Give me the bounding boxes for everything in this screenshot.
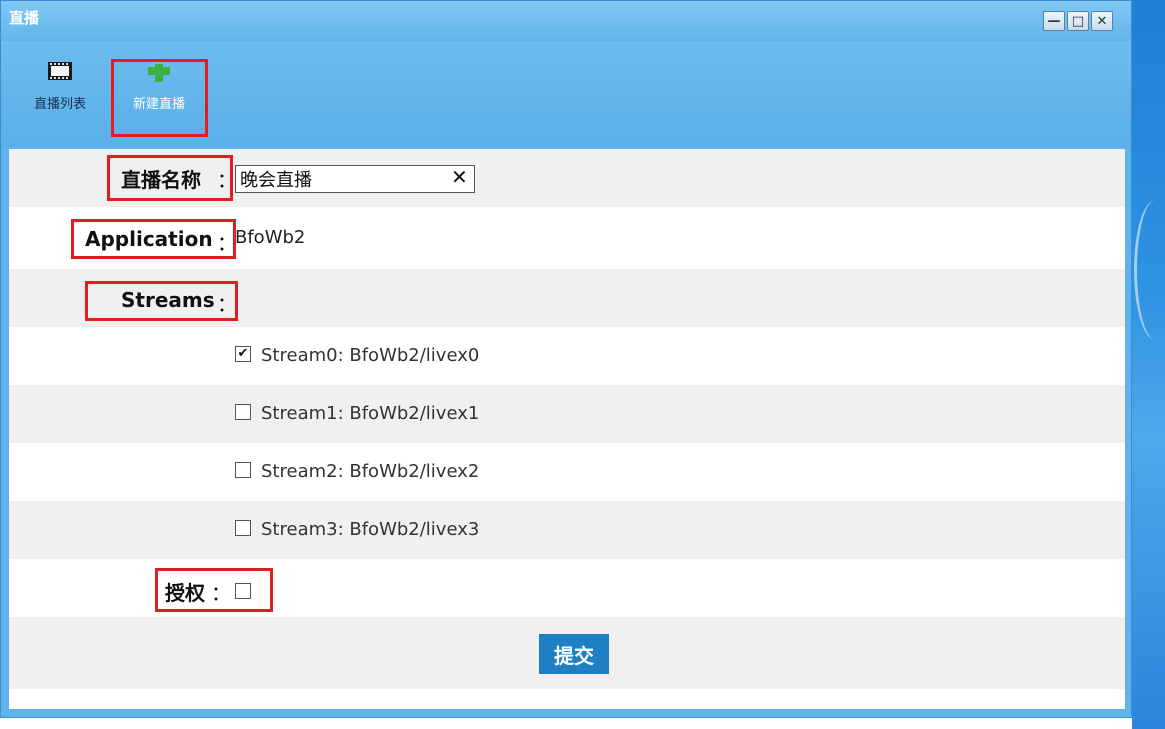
stream-item[interactable]: Stream3: BfoWb2/livex3 — [235, 519, 479, 540]
toolbar-item-live-list[interactable]: 直播列表 — [15, 59, 105, 112]
close-icon: ✕ — [1096, 13, 1108, 29]
application-value: BfoWb2 — [235, 227, 306, 248]
stream-row: Stream2: BfoWb2/livex2 — [9, 443, 1125, 501]
form-row-name: 直播名称 ： ✕ — [9, 149, 1125, 207]
stream-checkbox[interactable] — [235, 404, 251, 420]
stream-checkbox[interactable] — [235, 462, 251, 478]
stream-row: Stream1: BfoWb2/livex1 — [9, 385, 1125, 443]
stream-item[interactable]: Stream2: BfoWb2/livex2 — [235, 461, 479, 482]
title-bar: 直播 — □ ✕ — [1, 1, 1131, 41]
stream-item[interactable]: ✔ Stream0: BfoWb2/livex0 — [235, 345, 479, 366]
maximize-button[interactable]: □ — [1067, 11, 1089, 31]
clear-icon[interactable]: ✕ — [451, 165, 468, 189]
form-row-streams: Streams ： — [9, 269, 1125, 327]
toolbar-label-live-list: 直播列表 — [33, 97, 86, 112]
maximize-icon: □ — [1071, 13, 1085, 29]
stream-row: ✔ Stream0: BfoWb2/livex0 — [9, 327, 1125, 385]
form-row-auth: 授权 ： — [9, 559, 1125, 617]
highlight-box-auth — [155, 568, 273, 612]
stream-label: Stream1: BfoWb2/livex1 — [261, 403, 480, 424]
stream-label: Stream3: BfoWb2/livex3 — [261, 519, 480, 540]
minimize-button[interactable]: — — [1043, 11, 1065, 31]
minimize-icon: — — [1047, 13, 1061, 29]
form-panel: 直播名称 ： ✕ Application ： BfoWb2 Streams ： … — [9, 149, 1125, 709]
close-button[interactable]: ✕ — [1091, 11, 1113, 31]
stream-row: Stream3: BfoWb2/livex3 — [9, 501, 1125, 559]
film-icon — [48, 62, 72, 80]
highlight-box-name — [107, 155, 233, 201]
highlight-box-streams — [85, 281, 238, 321]
live-window: 直播 — □ ✕ 直播列表 新建直播 直播名称 ： 晚会直播 ✕ Applica… — [0, 0, 1132, 718]
stream-checkbox[interactable]: ✔ — [235, 346, 251, 362]
live-name-input[interactable] — [235, 165, 475, 193]
stream-label: Stream2: BfoWb2/livex2 — [261, 461, 480, 482]
stream-checkbox[interactable] — [235, 520, 251, 536]
form-row-application: Application ： BfoWb2 — [9, 207, 1125, 269]
submit-button[interactable]: 提交 — [539, 634, 609, 674]
stream-item[interactable]: Stream1: BfoWb2/livex1 — [235, 403, 479, 424]
highlight-box-new-live — [111, 59, 208, 137]
stream-label: Stream0: BfoWb2/livex0 — [261, 345, 480, 366]
toolbar: 直播列表 新建直播 — [1, 41, 1131, 147]
window-title: 直播 — [9, 9, 40, 27]
highlight-box-application — [71, 219, 236, 259]
desktop-background — [1132, 0, 1165, 729]
